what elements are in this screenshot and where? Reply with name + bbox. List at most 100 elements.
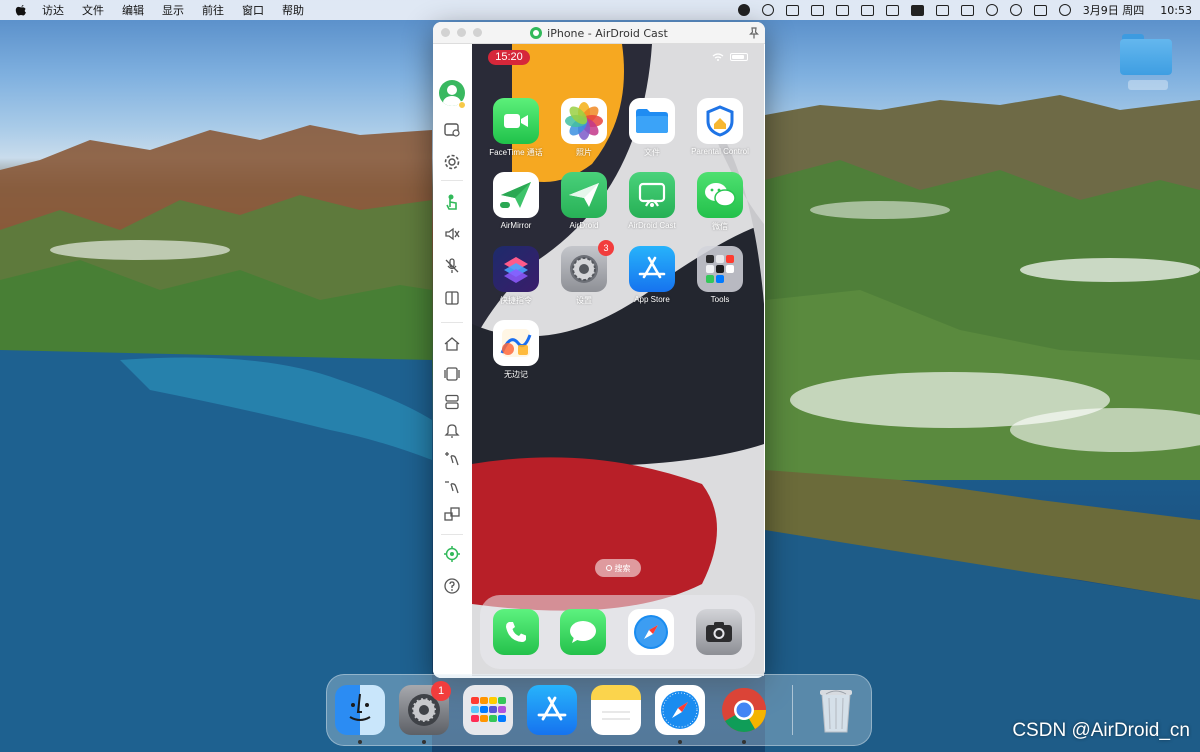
screen-mirror-icon[interactable] [835, 4, 849, 16]
apple-icon[interactable] [14, 3, 28, 17]
phone-battery-icon [730, 53, 748, 61]
control-center-icon[interactable] [1033, 4, 1047, 16]
recent-apps-icon[interactable] [442, 364, 462, 384]
chrome-icon[interactable] [719, 685, 769, 735]
siri-icon[interactable] [1058, 4, 1071, 16]
notification-bell-icon[interactable] [442, 420, 462, 440]
watermark-text: CSDN @AirDroid_cn [1012, 720, 1190, 741]
app-photos[interactable]: 照片 [550, 98, 618, 158]
book-icon[interactable] [442, 288, 462, 308]
phone-dock [480, 595, 755, 669]
mirrored-phone-screen[interactable]: 15:20 FaceTime 通话 照片 文件 Parental Control… [472, 44, 764, 676]
menu-edit[interactable]: 编辑 [122, 2, 144, 18]
scroll-icon[interactable] [761, 4, 774, 16]
gallery-icon[interactable] [885, 4, 899, 16]
tools-folder-icon [697, 246, 743, 292]
wechat-status-icon[interactable] [860, 4, 874, 16]
app-label: 快捷指令 [500, 296, 532, 305]
mac-dock: 1 [326, 674, 872, 746]
app-freeform[interactable]: 无边记 [482, 320, 550, 380]
app-airdroid[interactable]: AirDroid [550, 172, 618, 230]
app-label: 无边记 [504, 370, 528, 379]
app-label: AirDroid Cast [628, 221, 676, 230]
locate-icon[interactable] [442, 544, 462, 564]
app-files[interactable]: 文件 [618, 98, 686, 158]
notes-icon[interactable] [591, 685, 641, 735]
wifi-icon[interactable] [985, 4, 998, 16]
freeform-icon [493, 320, 539, 366]
app-label: FaceTime 通话 [489, 148, 543, 157]
search-icon [605, 565, 612, 571]
screen-zoom-icon[interactable] [442, 504, 462, 524]
app-shortcuts[interactable]: 快捷指令 [482, 246, 550, 306]
finder-icon[interactable] [335, 685, 385, 735]
window-titlebar[interactable]: iPhone - AirDroid Cast [433, 22, 765, 44]
search-icon[interactable] [1009, 4, 1022, 16]
airdroid-status-icon[interactable] [737, 4, 750, 16]
camera-icon[interactable] [696, 609, 742, 655]
menu-view[interactable]: 显示 [162, 2, 184, 18]
menu-finder[interactable]: 访达 [42, 2, 64, 18]
cast-toolbar [433, 44, 471, 678]
app-airdroid-cast[interactable]: AirDroid Cast [618, 172, 686, 230]
menu-help[interactable]: 帮助 [282, 2, 304, 18]
wechat-icon [697, 172, 743, 218]
app-parental-control[interactable]: Parental Control [686, 98, 754, 156]
menu-bar: 访达 文件 编辑 显示 前往 窗口 帮助 3月9日 周四 10:53 [0, 0, 1200, 20]
speaker-muted-icon[interactable] [442, 224, 462, 244]
app-facetime[interactable]: FaceTime 通话 [482, 98, 550, 158]
split-screen-icon[interactable] [442, 392, 462, 412]
menu-go[interactable]: 前往 [202, 2, 224, 18]
volume-down-gesture-icon[interactable] [442, 476, 462, 496]
menu-window[interactable]: 窗口 [242, 2, 264, 18]
app-airmirror[interactable]: AirMirror [482, 172, 550, 230]
desktop-folder[interactable] [1120, 32, 1174, 90]
microphone-muted-icon[interactable] [442, 256, 462, 276]
app-settings[interactable]: 3 设置 [550, 240, 618, 306]
app-label: 微信 [712, 222, 728, 231]
app-label: 照片 [576, 148, 592, 157]
messages-icon[interactable] [560, 609, 606, 655]
launchpad-icon[interactable] [463, 685, 513, 735]
trash-icon[interactable] [811, 685, 861, 735]
spotlight-search-pill[interactable]: 搜索 [595, 559, 641, 577]
menu-file[interactable]: 文件 [82, 2, 104, 18]
folder-icon[interactable] [1120, 32, 1172, 75]
dock-divider [792, 685, 793, 735]
files-icon [629, 98, 675, 144]
window-icon[interactable] [785, 4, 799, 16]
no-wifi-icon[interactable] [935, 4, 949, 16]
app-store-icon [629, 246, 675, 292]
help-icon[interactable] [442, 576, 462, 596]
phone-status-bar: 15:20 [472, 44, 764, 68]
airdroid-cast-logo-icon [530, 27, 543, 39]
text-input-icon[interactable] [910, 4, 924, 16]
home-icon[interactable] [442, 334, 462, 354]
pin-icon[interactable] [749, 27, 759, 39]
menubar-date[interactable]: 3月9日 周四 [1083, 2, 1145, 18]
app-label: 设置 [576, 296, 592, 305]
volume-up-gesture-icon[interactable] [442, 448, 462, 468]
multi-window-icon[interactable] [810, 4, 824, 16]
airmirror-icon [493, 172, 539, 218]
safari-icon[interactable] [628, 609, 674, 655]
app-app-store[interactable]: App Store [618, 246, 686, 304]
app-store-icon[interactable] [527, 685, 577, 735]
folder-label-blurred [1128, 80, 1168, 90]
screenshot-record-icon[interactable] [442, 120, 462, 140]
app-label: 文件 [644, 148, 660, 157]
gear-icon[interactable] [442, 152, 462, 172]
touch-control-icon[interactable] [442, 192, 462, 212]
bluetooth-icon[interactable] [960, 4, 974, 16]
app-label: App Store [634, 295, 670, 304]
safari-icon[interactable] [655, 685, 705, 735]
app-tools-folder[interactable]: Tools [686, 246, 754, 304]
app-wechat[interactable]: 微信 [686, 172, 754, 232]
photos-icon [561, 98, 607, 144]
menubar-clock[interactable]: 10:53 [1160, 4, 1192, 17]
airdroid-icon [561, 172, 607, 218]
phone-icon[interactable] [493, 609, 539, 655]
parental-control-icon [697, 98, 743, 144]
window-title-area: iPhone - AirDroid Cast [433, 22, 765, 44]
airdroid-cast-icon [629, 172, 675, 218]
